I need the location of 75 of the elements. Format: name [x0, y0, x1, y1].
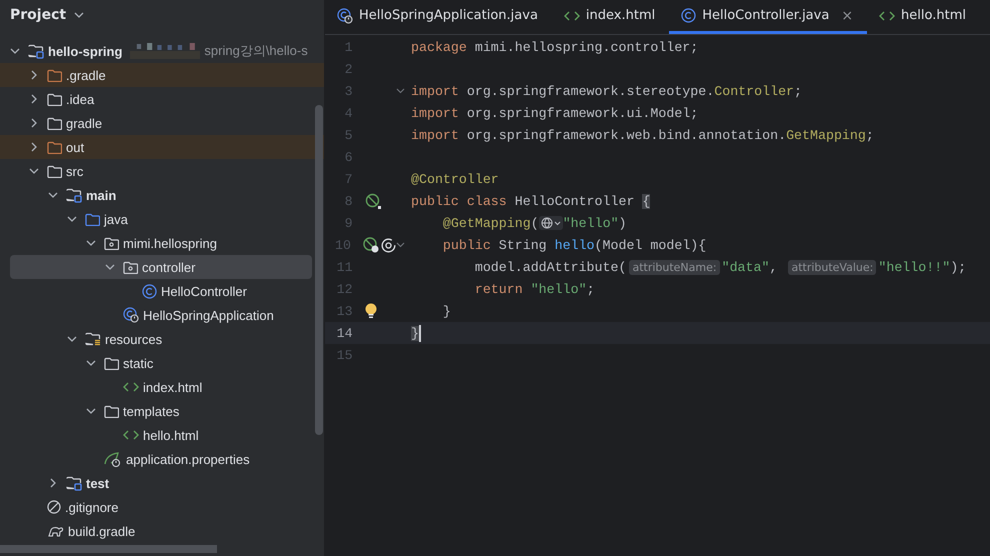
- line-number: 14: [336, 326, 353, 340]
- editor-tab[interactable]: HelloSpringApplication.java: [325, 0, 552, 34]
- editor-tab[interactable]: index.html: [552, 0, 670, 34]
- module-folder-icon: [66, 476, 82, 490]
- globe-icon[interactable]: [538, 216, 563, 230]
- spring-leaf-icon: [104, 451, 122, 467]
- tree-item[interactable]: hello.html: [0, 423, 324, 447]
- tree-item[interactable]: HelloController: [0, 279, 324, 303]
- tree-item[interactable]: test: [0, 471, 324, 495]
- editor-tab[interactable]: hello.html: [867, 0, 980, 34]
- code-line: }: [442, 304, 451, 318]
- tree-item[interactable]: static: [0, 351, 324, 375]
- code-line: import org.springframework.web.bind.annotation.GetMapping;: [410, 128, 874, 142]
- code-line: @GetMapping( "hello"): [442, 216, 627, 230]
- tree-item[interactable]: HelloSpringApplication: [0, 303, 324, 327]
- folder-icon: [47, 140, 62, 154]
- tree-item[interactable]: templates: [0, 399, 324, 423]
- folder-icon: [47, 116, 62, 130]
- code-line: package mimi.hellospring.controller;: [410, 40, 698, 54]
- close-button[interactable]: ×: [841, 8, 854, 24]
- code-line: import org.springframework.ui.Model;: [410, 106, 698, 120]
- folder-icon: [47, 164, 62, 178]
- code-line: model.addAttribute( attributeName: "data", attributeValue: "hello!!");: [474, 260, 966, 274]
- spring-class-icon: [123, 307, 139, 323]
- class-icon: [681, 8, 696, 23]
- redacted-drawing: [130, 43, 200, 59]
- folder-icon: [47, 68, 62, 82]
- folder-icon: [47, 92, 62, 106]
- tree-item[interactable]: hello-spring spring강의\hello-s: [0, 39, 324, 63]
- html-icon: [564, 10, 580, 20]
- spring-class-icon: [337, 8, 353, 24]
- tree-item[interactable]: index.html: [0, 375, 324, 399]
- ignore-icon: [47, 500, 61, 514]
- editor-tab[interactable]: HelloController.java ×: [669, 0, 868, 34]
- html-icon: [879, 10, 896, 20]
- code-line: import org.springframework.stereotype.Controller;: [410, 84, 802, 98]
- code-line: @Controller: [410, 172, 499, 186]
- tree-item[interactable]: application.properties: [0, 447, 324, 471]
- text-cursor: [418, 324, 421, 342]
- html-icon: [123, 382, 139, 392]
- scrollbar[interactable]: [0, 545, 217, 553]
- tree-item[interactable]: .gitignore: [0, 495, 324, 519]
- tree-item[interactable]: mimi.hellospring: [0, 231, 324, 255]
- folder-icon: [104, 404, 119, 418]
- folder-icon: [104, 356, 119, 370]
- tree-item[interactable]: build.gradle: [0, 519, 324, 543]
- html-icon: [123, 430, 139, 440]
- tree-item[interactable]: .gradle: [0, 63, 324, 87]
- module-folder-icon: [28, 44, 44, 58]
- panel-title: Project: [10, 7, 66, 23]
- parameter-hint: attributeName:: [629, 260, 720, 274]
- package-icon: [104, 236, 119, 250]
- tree-item[interactable]: resources: [0, 327, 324, 351]
- package-icon: [123, 260, 138, 274]
- tree-item[interactable]: gradle: [0, 111, 324, 135]
- folder-icon: [85, 212, 100, 226]
- bean-web-icon[interactable]: [363, 237, 379, 253]
- tree-item[interactable]: java: [0, 207, 324, 231]
- tree-item[interactable]: src: [0, 159, 324, 183]
- tree-item[interactable]: controller: [10, 255, 312, 279]
- code-line: public class HelloController {: [410, 194, 650, 208]
- module-folder-icon: [66, 188, 82, 202]
- elephant-icon: [47, 524, 64, 538]
- lightbulb-icon[interactable]: [364, 303, 377, 319]
- code-line: return "hello";: [474, 282, 595, 296]
- bean-icon[interactable]: [364, 193, 381, 209]
- parameter-hint: attributeValue:: [788, 260, 876, 274]
- tree-item[interactable]: .idea: [0, 87, 324, 111]
- scrollbar[interactable]: [315, 105, 323, 435]
- tree-item[interactable]: main: [0, 183, 324, 207]
- resources-folder-icon: [85, 332, 101, 346]
- at-sign-icon[interactable]: [381, 238, 396, 252]
- class-icon: [142, 284, 157, 298]
- tree-item[interactable]: out: [0, 135, 324, 159]
- code-line: public String hello(Model model){: [442, 238, 706, 252]
